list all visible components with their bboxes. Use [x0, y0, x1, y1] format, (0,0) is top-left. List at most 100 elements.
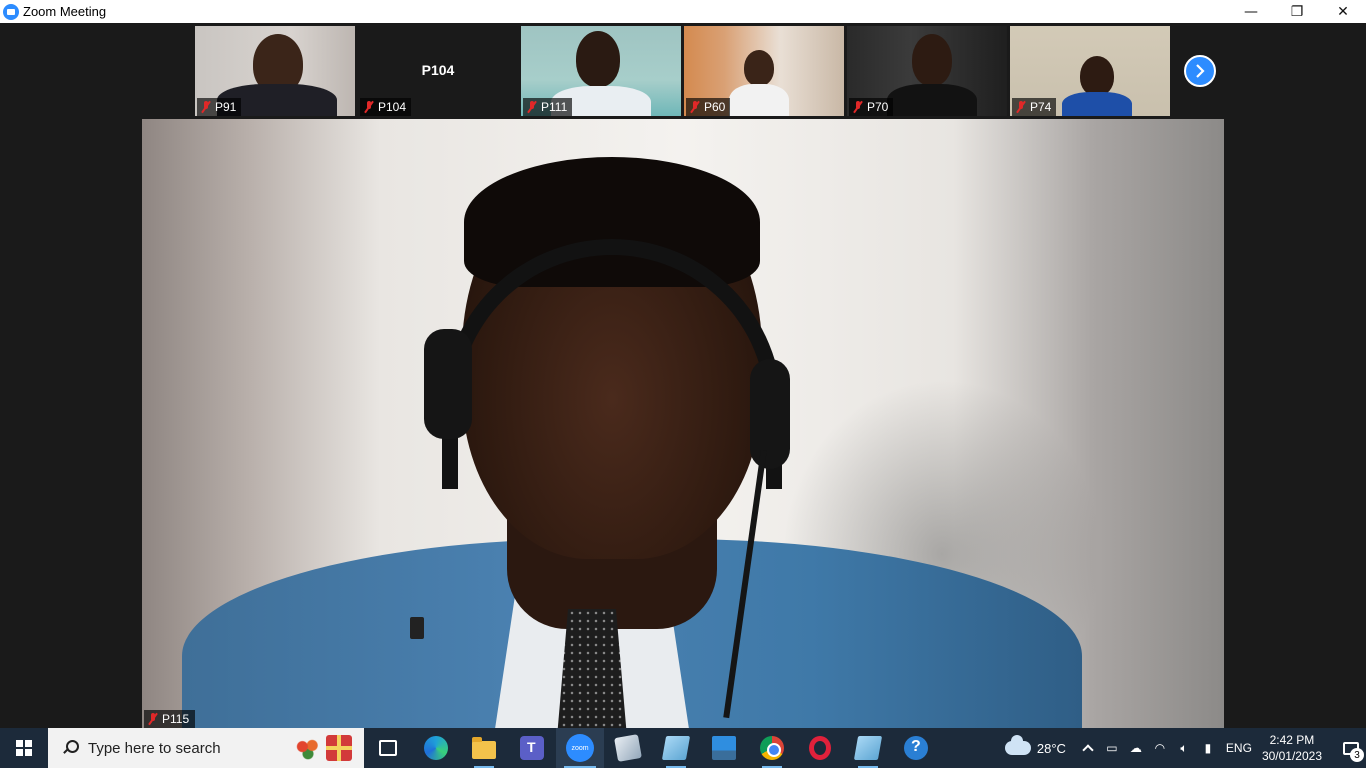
- participant-name: P70: [867, 100, 889, 114]
- system-tray: 28°C ▭ ☁ ◠ 🔈︎ ▮ ENG 2:42 PM 30/01/2023 3: [1004, 728, 1366, 768]
- speaker-name: P115: [162, 712, 190, 726]
- windows-icon: [16, 740, 32, 756]
- temperature: 28°C: [1036, 740, 1066, 756]
- wifi-icon[interactable]: ◠: [1148, 728, 1172, 768]
- taskbar: Type here to search zoom 28°C ▭ ☁ ◠ 🔈︎ ▮…: [0, 728, 1366, 768]
- start-button[interactable]: [0, 728, 48, 768]
- mic-muted-icon: [1016, 101, 1026, 113]
- clock-date: 30/01/2023: [1261, 749, 1322, 763]
- teams-button[interactable]: [508, 728, 556, 768]
- participant-tile-p60[interactable]: P60: [684, 26, 844, 116]
- opera-button[interactable]: [796, 728, 844, 768]
- participant-name-center: P104: [421, 62, 455, 78]
- window-controls: — ❐ ✕: [1228, 0, 1366, 23]
- task-view-button[interactable]: [364, 728, 412, 768]
- participant-head: [912, 34, 952, 86]
- chrome-icon: [760, 736, 784, 760]
- minimize-button[interactable]: —: [1228, 0, 1274, 23]
- edge-icon: [424, 736, 448, 760]
- close-button[interactable]: ✕: [1320, 0, 1366, 23]
- participant-head: [744, 50, 774, 86]
- search-icon: [62, 740, 79, 756]
- participant-body: [1062, 92, 1132, 116]
- name-tag: P104: [360, 98, 412, 116]
- zoom-icon: zoom: [566, 734, 594, 762]
- teams-icon: [520, 736, 544, 760]
- clock-time: 2:42 PM: [1269, 733, 1315, 747]
- next-page-button[interactable]: [1184, 55, 1216, 87]
- chevron-up-icon: [1082, 744, 1094, 756]
- participant-body: [887, 84, 977, 116]
- name-tag: P91: [197, 98, 242, 116]
- input-language[interactable]: ENG: [1226, 741, 1252, 755]
- mic-muted-icon: [148, 713, 158, 725]
- participant-tile-p104[interactable]: P104 P104: [358, 26, 518, 116]
- chrome-button[interactable]: [748, 728, 796, 768]
- mic-muted-icon: [690, 101, 700, 113]
- notepad-icon: [661, 736, 691, 760]
- participant-tile-p70[interactable]: P70: [847, 26, 1007, 116]
- search-placeholder: Type here to search: [88, 739, 221, 757]
- active-speaker-video[interactable]: P115: [142, 119, 1224, 728]
- participant-body: [729, 84, 789, 116]
- cloud-icon: [1004, 735, 1031, 755]
- notepad-2-button[interactable]: [844, 728, 892, 768]
- taskbar-apps: zoom: [364, 728, 940, 768]
- photos-icon: [712, 736, 736, 760]
- search-highlight-image[interactable]: [292, 733, 352, 763]
- onedrive-icon[interactable]: ☁: [1124, 728, 1148, 768]
- gift-icon: [326, 735, 352, 761]
- participant-head: [1080, 56, 1114, 96]
- window-title: Zoom Meeting: [23, 4, 107, 19]
- meeting-area: P91 P104 P104 P111 P60 P70 P74 P115: [0, 23, 1366, 728]
- participant-tile-p74[interactable]: P74: [1010, 26, 1170, 116]
- mic-muted-icon: [201, 101, 211, 113]
- show-hidden-icons-button[interactable]: [1076, 728, 1100, 768]
- gallery-strip: P91 P104 P104 P111 P60 P70 P74: [195, 26, 1170, 116]
- zoom-button[interactable]: zoom: [556, 728, 604, 768]
- name-tag: P74: [1012, 98, 1057, 116]
- headphone-left: [424, 329, 472, 439]
- notification-count: 3: [1350, 748, 1364, 762]
- file-explorer-button[interactable]: [460, 728, 508, 768]
- microphone-icon[interactable]: ▮: [1196, 728, 1220, 768]
- chevron-right-icon: [1196, 64, 1205, 78]
- participant-tile-p91[interactable]: P91: [195, 26, 355, 116]
- participant-name: P74: [1030, 100, 1052, 114]
- title-bar: Zoom Meeting — ❐ ✕: [0, 0, 1366, 23]
- help-icon: [904, 736, 928, 760]
- notepad-icon: [853, 736, 883, 760]
- participant-name: P104: [378, 100, 407, 114]
- participant-tile-p111[interactable]: P111: [521, 26, 681, 116]
- name-tag: P111: [523, 98, 573, 116]
- volume-icon[interactable]: 🔈︎: [1172, 728, 1196, 768]
- zoom-app-icon: [3, 3, 19, 20]
- flowers-icon: [294, 737, 322, 761]
- headphone-right: [750, 359, 790, 469]
- snipping-icon: [614, 734, 642, 762]
- photos-button[interactable]: [700, 728, 748, 768]
- snipping-tool-button[interactable]: [604, 728, 652, 768]
- restore-button[interactable]: ❐: [1274, 0, 1320, 23]
- clock[interactable]: 2:42 PM 30/01/2023: [1262, 732, 1322, 764]
- lapel-pin: [410, 617, 424, 639]
- notepad-button[interactable]: [652, 728, 700, 768]
- task-view-icon: [379, 740, 397, 756]
- mic-muted-icon: [853, 101, 863, 113]
- name-tag: P70: [849, 98, 894, 116]
- opera-icon: [809, 736, 831, 760]
- notifications-button[interactable]: 3: [1336, 728, 1366, 768]
- folder-icon: [472, 737, 496, 759]
- mic-muted-icon: [364, 101, 374, 113]
- get-help-button[interactable]: [892, 728, 940, 768]
- participant-name: P91: [215, 100, 237, 114]
- edge-button[interactable]: [412, 728, 460, 768]
- participant-head: [576, 31, 620, 87]
- participant-name: P60: [704, 100, 726, 114]
- battery-icon[interactable]: ▭: [1100, 728, 1124, 768]
- participant-name: P111: [541, 100, 568, 114]
- mic-muted-icon: [527, 101, 537, 113]
- name-tag: P115: [144, 710, 196, 728]
- weather-widget[interactable]: 28°C: [1004, 735, 1066, 756]
- taskbar-search[interactable]: Type here to search: [48, 728, 364, 768]
